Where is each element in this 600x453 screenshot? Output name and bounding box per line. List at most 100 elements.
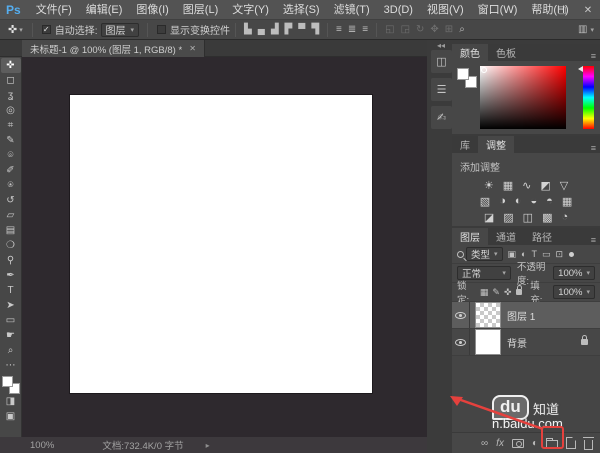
align-right-icon[interactable]: ▟ [268,24,282,35]
delete-layer-icon[interactable] [583,436,594,450]
color-swatches[interactable] [1,376,20,394]
brush-tool[interactable]: ✐ [1,163,21,178]
new-layer-icon[interactable] [566,437,576,449]
distribute-top-icon[interactable]: ≡ [333,24,345,35]
threshold-icon[interactable]: ◫ [523,211,533,224]
zoom-level-field[interactable]: 100% [30,440,54,451]
photo-filter-icon[interactable]: ◒ [531,195,538,208]
layer-style-icon[interactable]: fx [496,438,504,449]
info-panel-icon[interactable]: ☰ [431,78,452,101]
opacity-dropdown[interactable]: 100% ▾ [553,266,595,280]
shape-tool[interactable]: ▭ [1,313,21,328]
type-tool[interactable]: T [1,283,21,298]
status-menu-arrow-icon[interactable]: ▸ [206,441,210,450]
menu-edit[interactable]: 编辑(E) [79,0,130,20]
layer-row-layer1[interactable]: 图层 1 [452,302,600,329]
panel-menu-icon[interactable]: ≡ [591,51,596,61]
blur-tool[interactable]: ❍ [1,238,21,253]
auto-select-dropdown[interactable]: 图层 ▾ [100,22,140,37]
brightness-contrast-icon[interactable]: ☀ [484,179,494,192]
menu-3d[interactable]: 3D(D) [377,0,420,20]
layer-thumbnail[interactable] [475,302,501,328]
new-group-icon[interactable] [546,438,558,448]
filter-type-dropdown[interactable]: 类型 ▾ [466,247,503,261]
healing-brush-tool[interactable]: ⌾ [1,148,21,163]
adjustment-layer-icon[interactable]: ◐ [532,438,538,449]
filter-type-layers-icon[interactable]: T [531,249,537,259]
align-top-icon[interactable]: ▛ [282,24,296,35]
tab-layers[interactable]: 图层 [452,228,488,245]
history-brush-tool[interactable]: ↺ [1,193,21,208]
hue-slider[interactable] [583,66,594,129]
color-balance-icon[interactable]: ◑ [499,195,506,208]
layer-thumbnail[interactable] [475,329,501,355]
panel-menu-icon[interactable]: ≡ [591,143,596,153]
quick-mask-button[interactable]: ◨ [1,394,21,409]
marquee-tool[interactable]: ◻ [1,73,21,88]
zoom-tool-option-icon[interactable]: ⌕ [456,24,468,35]
align-left-icon[interactable]: ▙ [241,24,255,35]
color-lookup-icon[interactable]: ▦ [562,195,572,208]
lasso-tool[interactable]: ʓ [1,88,21,103]
align-bottom-icon[interactable]: ▜ [308,24,322,35]
tab-color[interactable]: 颜色 [452,44,488,61]
hue-slider-marker-icon[interactable] [578,66,583,72]
gradient-tool[interactable]: ▤ [1,223,21,238]
expand-dock-icon[interactable]: ◂◂ [437,41,445,50]
menu-image[interactable]: 图像(I) [129,0,175,20]
close-button[interactable]: ✕ [582,5,594,16]
add-mask-icon[interactable] [511,438,524,448]
filter-shape-layers-icon[interactable]: ▭ [542,249,551,260]
path-select-tool[interactable]: ➤ [1,298,21,313]
visibility-cell[interactable] [452,329,470,355]
color-picker-marker[interactable] [481,67,487,73]
filter-smart-objects-icon[interactable]: ⊡ [556,249,564,260]
distribute-bottom-icon[interactable]: ≡ [359,24,371,35]
lock-all-icon[interactable] [515,285,523,295]
visibility-cell[interactable] [452,302,470,328]
menu-view[interactable]: 视图(V) [420,0,471,20]
exposure-icon[interactable]: ◩ [540,179,550,192]
posterize-icon[interactable]: ▨ [503,211,513,224]
maximize-button[interactable]: ▢ [556,5,568,16]
tool-preset-chevron-icon[interactable]: ▾ [19,26,23,34]
minimize-button[interactable]: – [530,5,542,16]
layer-row-background[interactable]: 背景 [452,329,600,356]
document-canvas[interactable] [70,95,372,393]
dodge-tool[interactable]: ⚲ [1,253,21,268]
levels-icon[interactable]: ▦ [503,179,513,192]
menu-type[interactable]: 文字(Y) [225,0,276,20]
eraser-tool[interactable]: ▱ [1,208,21,223]
clone-stamp-tool[interactable]: ⍟ [1,178,21,193]
menu-select[interactable]: 选择(S) [276,0,327,20]
pen-tool[interactable]: ✒ [1,268,21,283]
lock-position-icon[interactable]: ✜ [504,287,512,298]
saturation-field[interactable] [480,66,566,129]
filter-adjustment-layers-icon[interactable]: ◐ [521,249,526,259]
fill-dropdown[interactable]: 100% ▾ [553,285,596,299]
menu-layer[interactable]: 图层(L) [176,0,225,20]
tab-swatches[interactable]: 色板 [488,44,524,61]
zoom-tool[interactable]: ⌕ [1,343,21,358]
quick-select-tool[interactable]: ◎ [1,103,21,118]
workspace-switcher[interactable]: ▥ ▾ [578,24,594,35]
edit-toolbar-button[interactable]: ⋯ [1,358,21,373]
lock-pixels-icon[interactable]: ✎ [492,287,500,298]
hand-tool[interactable]: ☛ [1,328,21,343]
align-middle-icon[interactable]: ▀ [295,24,308,35]
color-swatches-mini[interactable] [457,68,477,88]
eyedropper-tool[interactable]: ✎ [1,133,21,148]
crop-tool[interactable]: ⌗ [1,118,21,133]
tab-paths[interactable]: 路径 [524,228,560,245]
screen-mode-button[interactable]: ▣ [1,409,21,424]
move-tool[interactable]: ✜ [0,58,21,73]
channel-mixer-icon[interactable]: ◓ [546,195,553,208]
auto-select-checkbox[interactable]: ✓ [41,25,51,34]
layer-name[interactable]: 背景 [507,335,527,350]
link-layers-icon[interactable]: ∞ [481,438,488,449]
selective-color-icon[interactable]: ▩ [542,211,552,224]
menu-window[interactable]: 窗口(W) [471,0,525,20]
hue-saturation-icon[interactable]: ▧ [480,195,490,208]
tab-adjustments[interactable]: 调整 [478,136,514,153]
tab-channels[interactable]: 通道 [488,228,524,245]
